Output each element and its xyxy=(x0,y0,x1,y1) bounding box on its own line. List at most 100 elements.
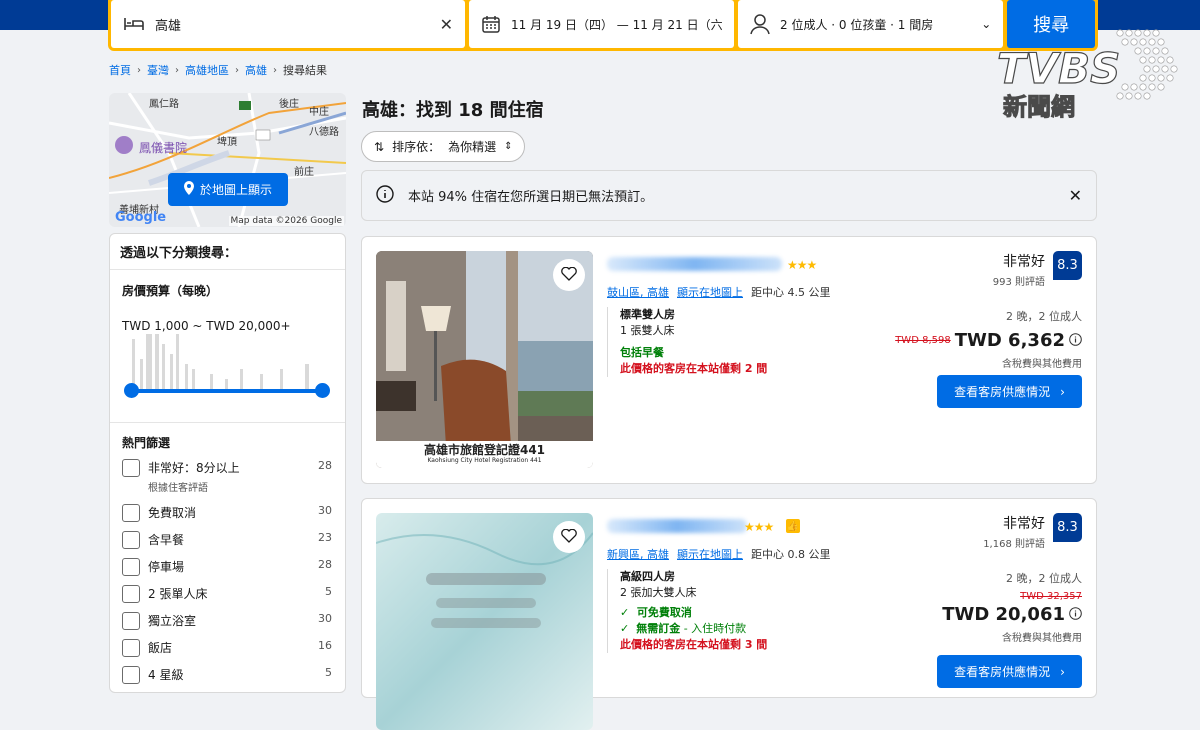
bed-info: 2 張加大雙人床 xyxy=(620,586,697,599)
save-heart-button[interactable] xyxy=(553,521,585,553)
filter-count: 5 xyxy=(325,666,332,679)
filter-sub: 根據住客評語 xyxy=(148,483,208,494)
dates-field[interactable]: 11 月 19 日（四） — 11 月 21 日（六 xyxy=(469,0,734,48)
breadcrumb-city[interactable]: 高雄 xyxy=(245,62,267,78)
destination-value: 高雄 xyxy=(155,18,182,34)
show-on-map-link[interactable]: 顯示在地圖上 xyxy=(677,284,743,300)
filter-count: 23 xyxy=(318,531,332,544)
perk-label: 無需訂金 xyxy=(636,622,681,635)
price-slider-track[interactable] xyxy=(130,389,323,393)
current-price: TWD 6,362 xyxy=(954,330,1065,351)
show-on-map-link[interactable]: 顯示在地圖上 xyxy=(677,546,743,562)
heart-icon xyxy=(561,528,577,547)
no-prepayment: ✓ 無需訂金 - 入住時付款 xyxy=(620,621,767,637)
filter-item[interactable]: 含早餐 23 xyxy=(122,531,332,558)
info-icon xyxy=(376,184,394,207)
price-box: 2 晚，2 位成人 TWD 32,357 TWD 20,061 含稅費與其他費用 xyxy=(942,570,1082,644)
tvbs-sub-text: 新聞網 xyxy=(1003,93,1075,121)
review-score[interactable]: 非常好 1,168 則評語 8.3 xyxy=(983,513,1082,550)
filter-count: 30 xyxy=(318,612,332,625)
info-icon[interactable] xyxy=(1069,332,1082,349)
property-photo[interactable] xyxy=(376,513,593,730)
price-slider-min-handle[interactable] xyxy=(124,383,139,398)
price-box: 2 晚，2 位成人 TWD 8,598 TWD 6,362 含稅費與其他費用 xyxy=(895,308,1082,370)
checkbox[interactable] xyxy=(122,459,140,477)
destination-field[interactable]: 高雄 ✕ xyxy=(111,0,465,48)
room-name: 高級四人房 xyxy=(620,570,675,583)
show-on-map-button[interactable]: 於地圖上顯示 xyxy=(168,173,288,206)
heart-icon xyxy=(561,266,577,285)
property-name-blurred[interactable] xyxy=(607,519,747,533)
distance: 距中心 0.8 公里 xyxy=(751,548,831,561)
checkbox[interactable] xyxy=(122,504,140,522)
checkbox[interactable] xyxy=(122,585,140,603)
property-location: 新興區, 高雄 顯示在地圖上 距中心 0.8 公里 xyxy=(607,546,831,562)
filter-item[interactable]: 停車場 28 xyxy=(122,558,332,585)
budget-range: TWD 1,000 ~ TWD 20,000+ xyxy=(122,319,291,333)
breakfast-included: 包括早餐 xyxy=(620,346,664,359)
filter-item[interactable]: 非常好：8分以上 根據住客評語 28 xyxy=(122,459,332,504)
room-name: 標準雙人房 xyxy=(620,308,675,321)
check-icon: ✓ xyxy=(620,622,630,635)
see-availability-button[interactable]: 查看客房供應情況 › xyxy=(937,655,1082,688)
property-card: 高雄市旅館登記證441 Kaohsiung City Hotel Registr… xyxy=(361,236,1097,484)
chevron-down-icon: ⌄ xyxy=(981,17,992,31)
filter-count: 30 xyxy=(318,504,332,517)
room-info: 標準雙人房 1 張雙人床 包括早餐 此價格的客房在本站僅剩 2 間 xyxy=(607,307,767,377)
breadcrumb-taiwan[interactable]: 臺灣 xyxy=(147,62,169,78)
calendar-icon xyxy=(481,14,501,34)
checkbox[interactable] xyxy=(122,666,140,684)
map-pin-icon xyxy=(183,181,194,198)
price-slider-max-handle[interactable] xyxy=(315,383,330,398)
property-photo[interactable]: 高雄市旅館登記證441 Kaohsiung City Hotel Registr… xyxy=(376,251,593,468)
tax-note: 含稅費與其他費用 xyxy=(1002,633,1082,644)
map-label: 後庄 xyxy=(279,99,299,110)
tvbs-watermark-logo: TVBS 新聞網 xyxy=(995,25,1180,125)
license-text: 高雄市旅館登記證441 xyxy=(423,443,546,457)
see-availability-button[interactable]: 查看客房供應情況 › xyxy=(937,375,1082,408)
nights-guests: 2 晚，2 位成人 xyxy=(1006,572,1082,585)
occupancy-field[interactable]: 2 位成人 · 0 位孩童 · 1 間房 ⌄ xyxy=(738,0,1004,48)
checkbox[interactable] xyxy=(122,558,140,576)
star-rating: ★★★ xyxy=(787,258,817,272)
close-icon[interactable]: ✕ xyxy=(1069,186,1082,205)
sort-button[interactable]: ⇅ 排序依： 為你精選 ⇕ xyxy=(361,131,526,162)
filter-label: 含早餐 xyxy=(148,533,185,547)
filter-item[interactable]: 飯店 16 xyxy=(122,639,332,666)
review-count: 1,168 則評語 xyxy=(983,539,1045,550)
filter-item[interactable]: 4 星級 5 xyxy=(122,666,332,693)
perk-label: 可免費取消 xyxy=(636,606,692,619)
map-preview[interactable]: 鳳仁路 後庄 中庄 八德路 埤頂 鳳儀書院 前庄 善埔新村 於地圖上顯示 Goo… xyxy=(109,93,346,227)
breadcrumb-home[interactable]: 首頁 xyxy=(109,62,131,78)
thumbs-up-icon: 👍 xyxy=(786,519,800,533)
scarcity-note: 此價格的客房在本站僅剩 3 間 xyxy=(620,638,768,651)
show-on-map-label: 於地圖上顯示 xyxy=(199,183,272,197)
info-icon[interactable] xyxy=(1069,606,1082,623)
results-title: 高雄：找到 18 間住宿 xyxy=(362,100,544,121)
occupancy-value: 2 位成人 · 0 位孩童 · 1 間房 xyxy=(780,17,934,32)
filter-label: 免費取消 xyxy=(148,506,197,520)
filter-item[interactable]: 免費取消 30 xyxy=(122,504,332,531)
checkbox[interactable] xyxy=(122,639,140,657)
chevron-updown-icon: ⇕ xyxy=(504,141,513,152)
checkbox[interactable] xyxy=(122,612,140,630)
save-heart-button[interactable] xyxy=(553,259,585,291)
filter-item[interactable]: 2 張單人床 5 xyxy=(122,585,332,612)
filter-count: 28 xyxy=(318,558,332,571)
person-icon xyxy=(750,13,770,35)
star-rating: ★★★ xyxy=(744,520,774,534)
checkbox[interactable] xyxy=(122,531,140,549)
tvbs-brand-text: TVBS xyxy=(997,44,1120,93)
clear-icon[interactable]: ✕ xyxy=(440,15,453,34)
price-histogram xyxy=(132,334,309,389)
score-badge: 8.3 xyxy=(1053,513,1082,542)
filter-item[interactable]: 獨立浴室 30 xyxy=(122,612,332,639)
sort-icon: ⇅ xyxy=(374,139,385,154)
property-name-blurred[interactable] xyxy=(607,257,782,271)
district-link[interactable]: 新興區, 高雄 xyxy=(607,546,669,562)
map-label: 中庄 xyxy=(309,107,329,118)
breadcrumb-region[interactable]: 高雄地區 xyxy=(185,62,229,78)
license-text-en: Kaohsiung City Hotel Registration 441 xyxy=(427,457,542,464)
review-score[interactable]: 非常好 993 則評語 8.3 xyxy=(993,251,1082,288)
district-link[interactable]: 鼓山區, 高雄 xyxy=(607,284,669,300)
